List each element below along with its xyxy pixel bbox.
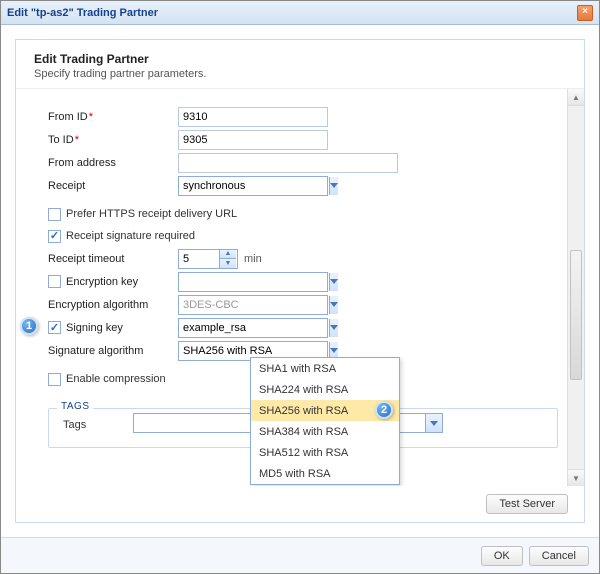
row-to-id: To ID bbox=[48, 128, 558, 151]
option-sha1[interactable]: SHA1 with RSA bbox=[251, 358, 399, 379]
scroll-up-icon[interactable]: ▲ bbox=[568, 89, 584, 106]
scroll-area: From ID To ID From address Receipt bbox=[16, 88, 584, 486]
row-signing-key: 1 Signing key bbox=[48, 316, 558, 339]
legend-tags: TAGS bbox=[57, 401, 93, 412]
form-container: From ID To ID From address Receipt bbox=[16, 89, 584, 458]
scroll-down-icon[interactable]: ▼ bbox=[568, 469, 584, 486]
chevron-down-icon[interactable] bbox=[329, 319, 338, 337]
combo-encryption-algo[interactable] bbox=[178, 295, 328, 315]
label-receipt-timeout: Receipt timeout bbox=[48, 253, 178, 265]
cancel-button[interactable]: Cancel bbox=[529, 546, 589, 566]
input-from-address[interactable] bbox=[178, 153, 398, 173]
close-icon: × bbox=[582, 6, 588, 17]
row-prefer-https: Prefer HTTPS receipt delivery URL bbox=[48, 203, 558, 225]
titlebar[interactable]: Edit "tp-as2" Trading Partner × bbox=[1, 1, 599, 25]
callout-2: 2 bbox=[375, 401, 393, 419]
input-to-id[interactable] bbox=[178, 130, 328, 150]
row-from-address: From address bbox=[48, 151, 558, 174]
row-receipt-timeout: Receipt timeout ▲ ▼ min bbox=[48, 247, 558, 270]
label-min-unit: min bbox=[244, 253, 262, 265]
label-signing-key: Signing key bbox=[66, 322, 178, 334]
scroll-track[interactable] bbox=[568, 106, 584, 469]
dialog-footer: OK Cancel bbox=[1, 537, 599, 573]
dialog-title: Edit "tp-as2" Trading Partner bbox=[7, 7, 577, 19]
form-header: Edit Trading Partner Specify trading par… bbox=[16, 40, 584, 88]
label-enable-compression: Enable compression bbox=[66, 373, 166, 385]
row-receipt: Receipt bbox=[48, 174, 558, 197]
combo-signing-key-input[interactable] bbox=[179, 319, 329, 337]
spinner-receipt-timeout-input[interactable] bbox=[179, 250, 219, 268]
combo-receipt-input[interactable] bbox=[179, 177, 329, 195]
option-sha512[interactable]: SHA512 with RSA bbox=[251, 442, 399, 463]
checkbox-encryption-key[interactable] bbox=[48, 275, 61, 288]
form-title: Edit Trading Partner bbox=[34, 52, 566, 66]
test-server-button[interactable]: Test Server bbox=[486, 494, 568, 514]
ok-button[interactable]: OK bbox=[481, 546, 523, 566]
option-sha384[interactable]: SHA384 with RSA bbox=[251, 421, 399, 442]
input-from-id[interactable] bbox=[178, 107, 328, 127]
label-encryption-algo: Encryption algorithm bbox=[48, 299, 178, 311]
label-encryption-key: Encryption key bbox=[66, 276, 178, 288]
label-receipt: Receipt bbox=[48, 180, 178, 192]
chevron-down-icon[interactable] bbox=[329, 296, 338, 314]
label-signature-algo: Signature algorithm bbox=[48, 345, 178, 357]
spinner-buttons: ▲ ▼ bbox=[219, 250, 236, 268]
label-from-address: From address bbox=[48, 157, 178, 169]
combo-signing-key[interactable] bbox=[178, 318, 328, 338]
label-tags: Tags bbox=[63, 419, 133, 431]
label-receipt-sig-required: Receipt signature required bbox=[66, 230, 195, 242]
chevron-down-icon[interactable] bbox=[329, 273, 338, 291]
row-receipt-sig-required: Receipt signature required bbox=[48, 225, 558, 247]
row-encryption-algo: Encryption algorithm bbox=[48, 293, 558, 316]
scroll-thumb[interactable] bbox=[570, 250, 582, 380]
row-from-id: From ID bbox=[48, 105, 558, 128]
checkbox-signing-key[interactable] bbox=[48, 321, 61, 334]
combo-encryption-key[interactable] bbox=[178, 272, 328, 292]
label-to-id: To ID bbox=[48, 134, 178, 146]
form-subtitle: Specify trading partner parameters. bbox=[34, 68, 566, 80]
label-prefer-https: Prefer HTTPS receipt delivery URL bbox=[66, 208, 237, 220]
spinner-down-icon[interactable]: ▼ bbox=[220, 259, 236, 268]
combo-encryption-algo-input[interactable] bbox=[179, 296, 329, 314]
label-from-id: From ID bbox=[48, 111, 178, 123]
spinner-up-icon[interactable]: ▲ bbox=[220, 250, 236, 260]
chevron-down-icon[interactable] bbox=[425, 414, 442, 432]
checkbox-receipt-sig-required[interactable] bbox=[48, 230, 61, 243]
dropdown-signature-algo: SHA1 with RSA SHA224 with RSA SHA256 wit… bbox=[250, 357, 400, 485]
combo-receipt[interactable] bbox=[178, 176, 328, 196]
option-md5[interactable]: MD5 with RSA bbox=[251, 463, 399, 484]
test-server-row: Test Server bbox=[16, 486, 584, 522]
callout-1: 1 bbox=[20, 317, 38, 335]
dialog-body: Edit Trading Partner Specify trading par… bbox=[1, 25, 599, 537]
chevron-down-icon[interactable] bbox=[329, 177, 338, 195]
row-encryption-key: Encryption key bbox=[48, 270, 558, 293]
option-sha256[interactable]: SHA256 with RSA 2 bbox=[251, 400, 399, 421]
checkbox-enable-compression[interactable] bbox=[48, 373, 61, 386]
checkbox-prefer-https[interactable] bbox=[48, 208, 61, 221]
close-button[interactable]: × bbox=[577, 5, 593, 21]
option-sha224[interactable]: SHA224 with RSA bbox=[251, 379, 399, 400]
spinner-receipt-timeout[interactable]: ▲ ▼ bbox=[178, 249, 238, 269]
inner-panel: Edit Trading Partner Specify trading par… bbox=[15, 39, 585, 523]
dialog-edit-trading-partner: Edit "tp-as2" Trading Partner × Edit Tra… bbox=[0, 0, 600, 574]
scrollbar-vertical[interactable]: ▲ ▼ bbox=[567, 89, 584, 486]
combo-encryption-key-input[interactable] bbox=[179, 273, 329, 291]
